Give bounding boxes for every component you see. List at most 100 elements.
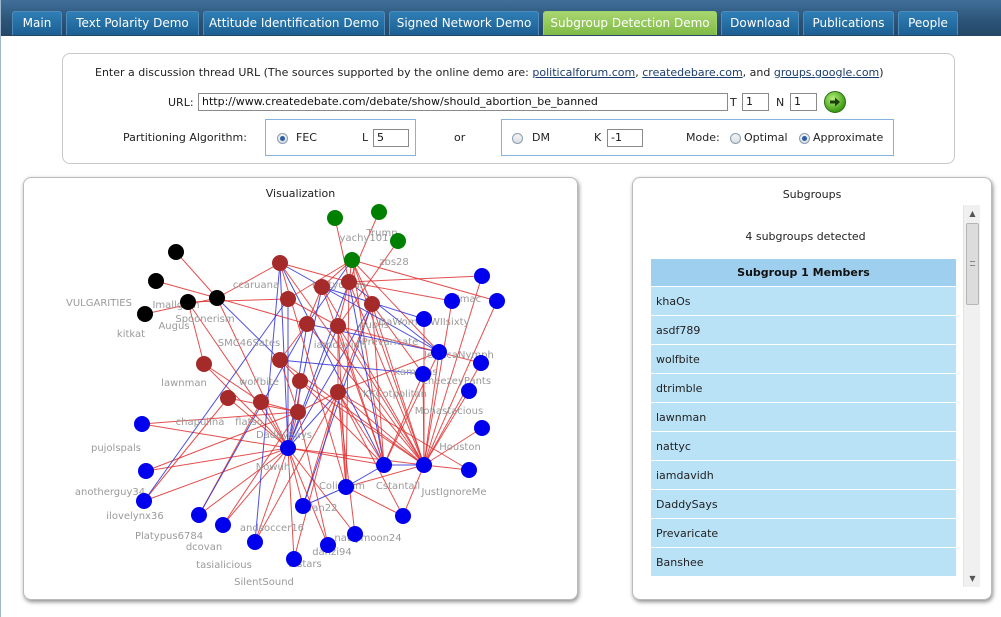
graph-node[interactable] <box>330 318 346 334</box>
graph-node[interactable] <box>395 508 411 524</box>
graph-node[interactable] <box>215 517 231 533</box>
graph-node[interactable] <box>330 384 346 400</box>
graph-node[interactable] <box>461 383 477 399</box>
tab-publications[interactable]: Publications <box>803 11 894 35</box>
member-row[interactable]: lawnman <box>651 403 956 432</box>
tab-main[interactable]: Main <box>12 11 62 35</box>
dm-radio[interactable] <box>512 133 523 144</box>
source-link-createdebare[interactable]: createdebare.com <box>642 66 742 79</box>
graph-node[interactable] <box>272 255 288 271</box>
k-label: K <box>594 131 602 144</box>
graph-node[interactable] <box>461 462 477 478</box>
page-left-border <box>0 0 6 617</box>
member-row[interactable]: wolfbite <box>651 345 956 374</box>
node-label: lawnman <box>161 378 207 389</box>
graph-node[interactable] <box>191 507 207 523</box>
scroll-grip-icon <box>970 261 975 266</box>
graph-node[interactable] <box>320 537 336 553</box>
k-input[interactable]: -1 <box>607 129 643 147</box>
graph-node[interactable] <box>220 390 236 406</box>
graph-node[interactable] <box>444 293 460 309</box>
graph-node[interactable] <box>280 291 296 307</box>
graph-node[interactable] <box>314 279 330 295</box>
member-row[interactable]: khaOs <box>651 287 956 316</box>
graph-node[interactable] <box>180 294 196 310</box>
graph-node[interactable] <box>292 373 308 389</box>
graph-node[interactable] <box>327 210 343 226</box>
member-row[interactable]: DaddySays <box>651 490 956 519</box>
graph-node[interactable] <box>272 352 288 368</box>
graph-node[interactable] <box>371 204 387 220</box>
member-row[interactable]: Prevaricate <box>651 519 956 548</box>
node-label: Platypus6784 <box>135 531 203 542</box>
member-row[interactable]: iamdavidh <box>651 461 956 490</box>
members-scrollbar[interactable]: ▲ ▼ <box>963 205 980 587</box>
graph-node[interactable] <box>431 344 447 360</box>
subgroups-title: Subgroups <box>782 188 842 201</box>
graph-node[interactable] <box>295 498 311 514</box>
graph-node[interactable] <box>347 526 363 542</box>
graph-node[interactable] <box>489 293 505 309</box>
graph-node[interactable] <box>286 551 302 567</box>
mode-optimal-radio[interactable] <box>730 133 741 144</box>
graph-node[interactable] <box>341 274 357 290</box>
scroll-up-arrow-icon[interactable]: ▲ <box>964 205 981 222</box>
fec-option-box: FEC L 5 <box>265 119 416 156</box>
source-link-politicalforum[interactable]: politicalforum.com <box>532 66 635 79</box>
n-input[interactable]: 1 <box>790 93 817 111</box>
node-label: Prevaricate <box>362 337 419 348</box>
member-row[interactable]: asdf789 <box>651 316 956 345</box>
l-input[interactable]: 5 <box>373 129 409 147</box>
positive-edge <box>187 298 289 303</box>
graph-node[interactable] <box>290 404 306 420</box>
graph-node[interactable] <box>344 252 360 268</box>
tab-subgroup-detection-demo[interactable]: Subgroup Detection Demo <box>543 11 717 35</box>
graph-node[interactable] <box>136 493 152 509</box>
graph-node[interactable] <box>253 394 269 410</box>
graph-node[interactable] <box>364 296 380 312</box>
tab-people[interactable]: People <box>898 11 958 35</box>
graph-node[interactable] <box>416 457 432 473</box>
node-label: nattymoon24 <box>334 533 401 544</box>
graph-node[interactable] <box>474 420 490 436</box>
tab-signed-network-demo[interactable]: Signed Network Demo <box>389 11 539 35</box>
graph-node[interactable] <box>209 290 225 306</box>
go-arrow-icon[interactable] <box>824 91 846 113</box>
url-label: URL: <box>168 96 194 109</box>
tab-attitude-identification-demo[interactable]: Attitude Identification Demo <box>203 11 385 35</box>
graph-node[interactable] <box>280 440 296 456</box>
tab-text-polarity-demo[interactable]: Text Polarity Demo <box>66 11 199 35</box>
graph-node[interactable] <box>168 244 184 260</box>
graph-node[interactable] <box>474 268 490 284</box>
member-row[interactable]: dtrimble <box>651 374 956 403</box>
url-input[interactable]: http://www.createdebate.com/debate/show/… <box>198 93 728 111</box>
graph-node[interactable] <box>390 233 406 249</box>
graph-node[interactable] <box>415 366 431 382</box>
graph-node[interactable] <box>196 356 212 372</box>
mode-approximate-radio[interactable] <box>799 133 810 144</box>
graph-node[interactable] <box>134 416 150 432</box>
instruction-sep-2: , and <box>742 66 774 79</box>
graph-node[interactable] <box>299 316 315 332</box>
network-graph[interactable]: yachy101Trumpzbs28ImallgrenVULGARITIESki… <box>24 178 579 601</box>
source-link-google-groups[interactable]: groups.google.com <box>774 66 879 79</box>
graph-node[interactable] <box>416 311 432 327</box>
graph-node[interactable] <box>247 534 263 550</box>
member-row[interactable]: nattyc <box>651 432 956 461</box>
fec-radio[interactable] <box>277 133 288 144</box>
graph-node[interactable] <box>473 355 489 371</box>
algorithm-label: Partitioning Algorithm: <box>123 131 247 144</box>
node-label: Spoonerism <box>175 314 234 325</box>
graph-node[interactable] <box>376 457 392 473</box>
graph-node[interactable] <box>338 479 354 495</box>
t-input[interactable]: 1 <box>742 93 769 111</box>
graph-node[interactable] <box>138 463 154 479</box>
fec-label: FEC <box>296 131 317 144</box>
scroll-thumb[interactable] <box>966 223 979 305</box>
node-label: KKCotpolitan <box>363 389 427 400</box>
member-row[interactable]: Banshee <box>651 548 956 577</box>
graph-node[interactable] <box>137 306 153 322</box>
graph-node[interactable] <box>148 273 164 289</box>
tab-download[interactable]: Download <box>721 11 799 35</box>
scroll-down-arrow-icon[interactable]: ▼ <box>964 570 981 587</box>
